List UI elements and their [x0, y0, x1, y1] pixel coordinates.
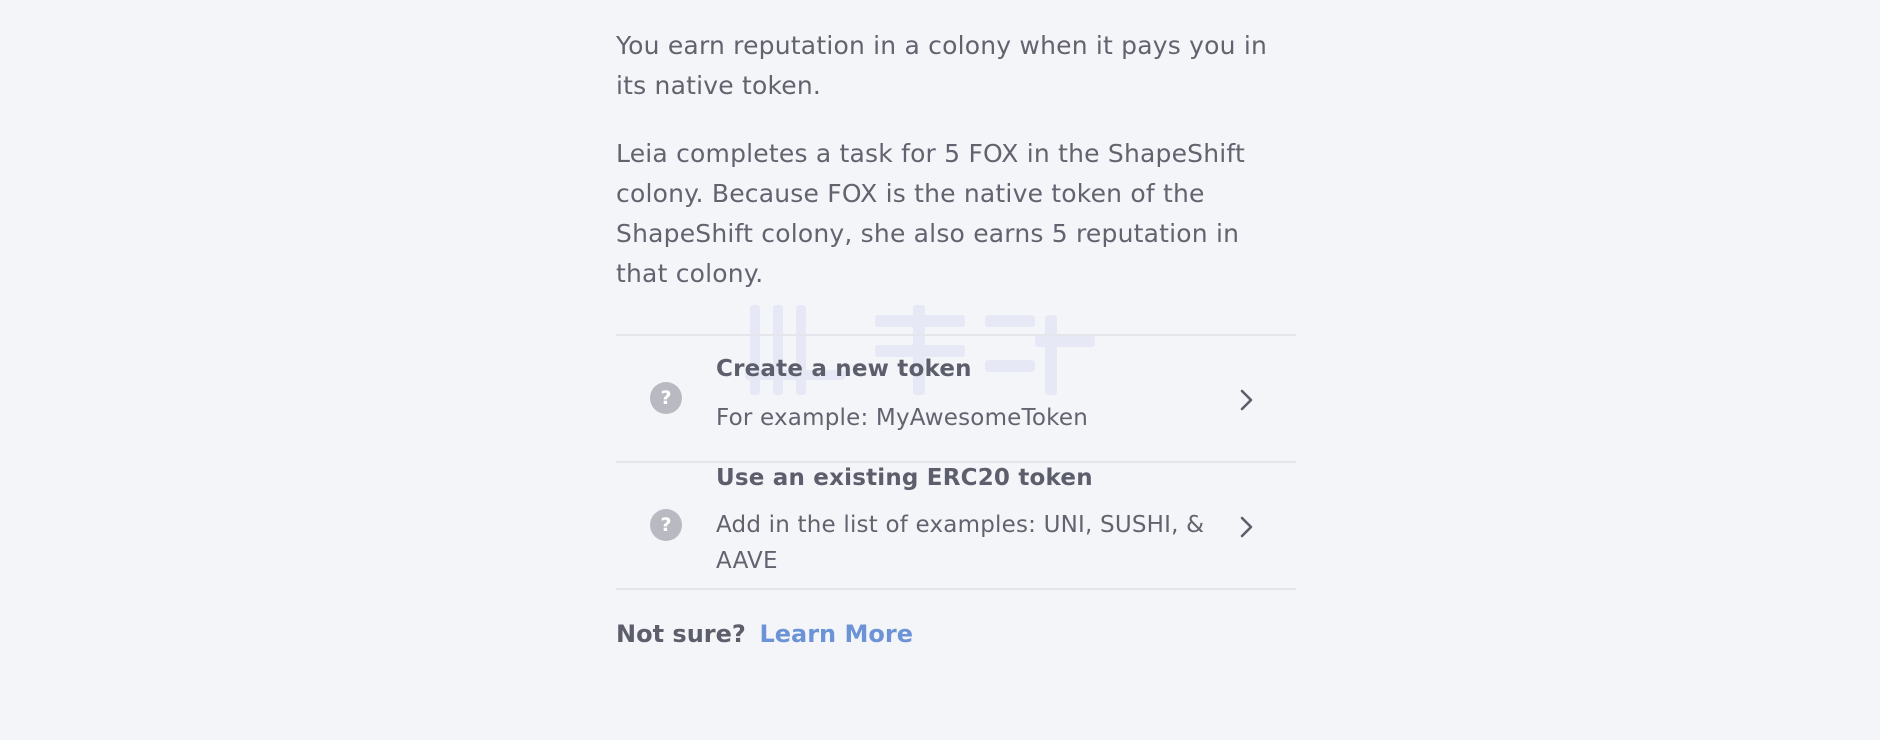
not-sure-label: Not sure?: [616, 620, 746, 648]
main-content: You earn reputation in a colony when it …: [616, 26, 1296, 648]
help-icon: ?: [650, 382, 682, 414]
footer-help: Not sure? Learn More: [616, 620, 1296, 648]
option-title: Use an existing ERC20 token: [716, 465, 1093, 491]
option-description: For example: MyAwesomeToken: [716, 405, 1088, 431]
help-icon: ?: [650, 509, 682, 541]
option-description: Add in the list of examples: UNI, SUSHI,…: [716, 512, 1205, 574]
learn-more-link[interactable]: Learn More: [759, 620, 913, 648]
option-title: Create a new token: [716, 356, 972, 382]
token-options-list: ? Create a new token For example: MyAwes…: [616, 334, 1296, 590]
chevron-right-icon: [1240, 516, 1253, 538]
intro-paragraph-2: Leia completes a task for 5 FOX in the S…: [616, 139, 1245, 288]
intro-paragraph-1: You earn reputation in a colony when it …: [616, 31, 1268, 100]
option-use-existing-erc20-token[interactable]: ? Use an existing ERC20 token Add in the…: [616, 463, 1296, 590]
option-create-new-token[interactable]: ? Create a new token For example: MyAwes…: [616, 336, 1296, 463]
chevron-right-icon: [1240, 389, 1253, 411]
